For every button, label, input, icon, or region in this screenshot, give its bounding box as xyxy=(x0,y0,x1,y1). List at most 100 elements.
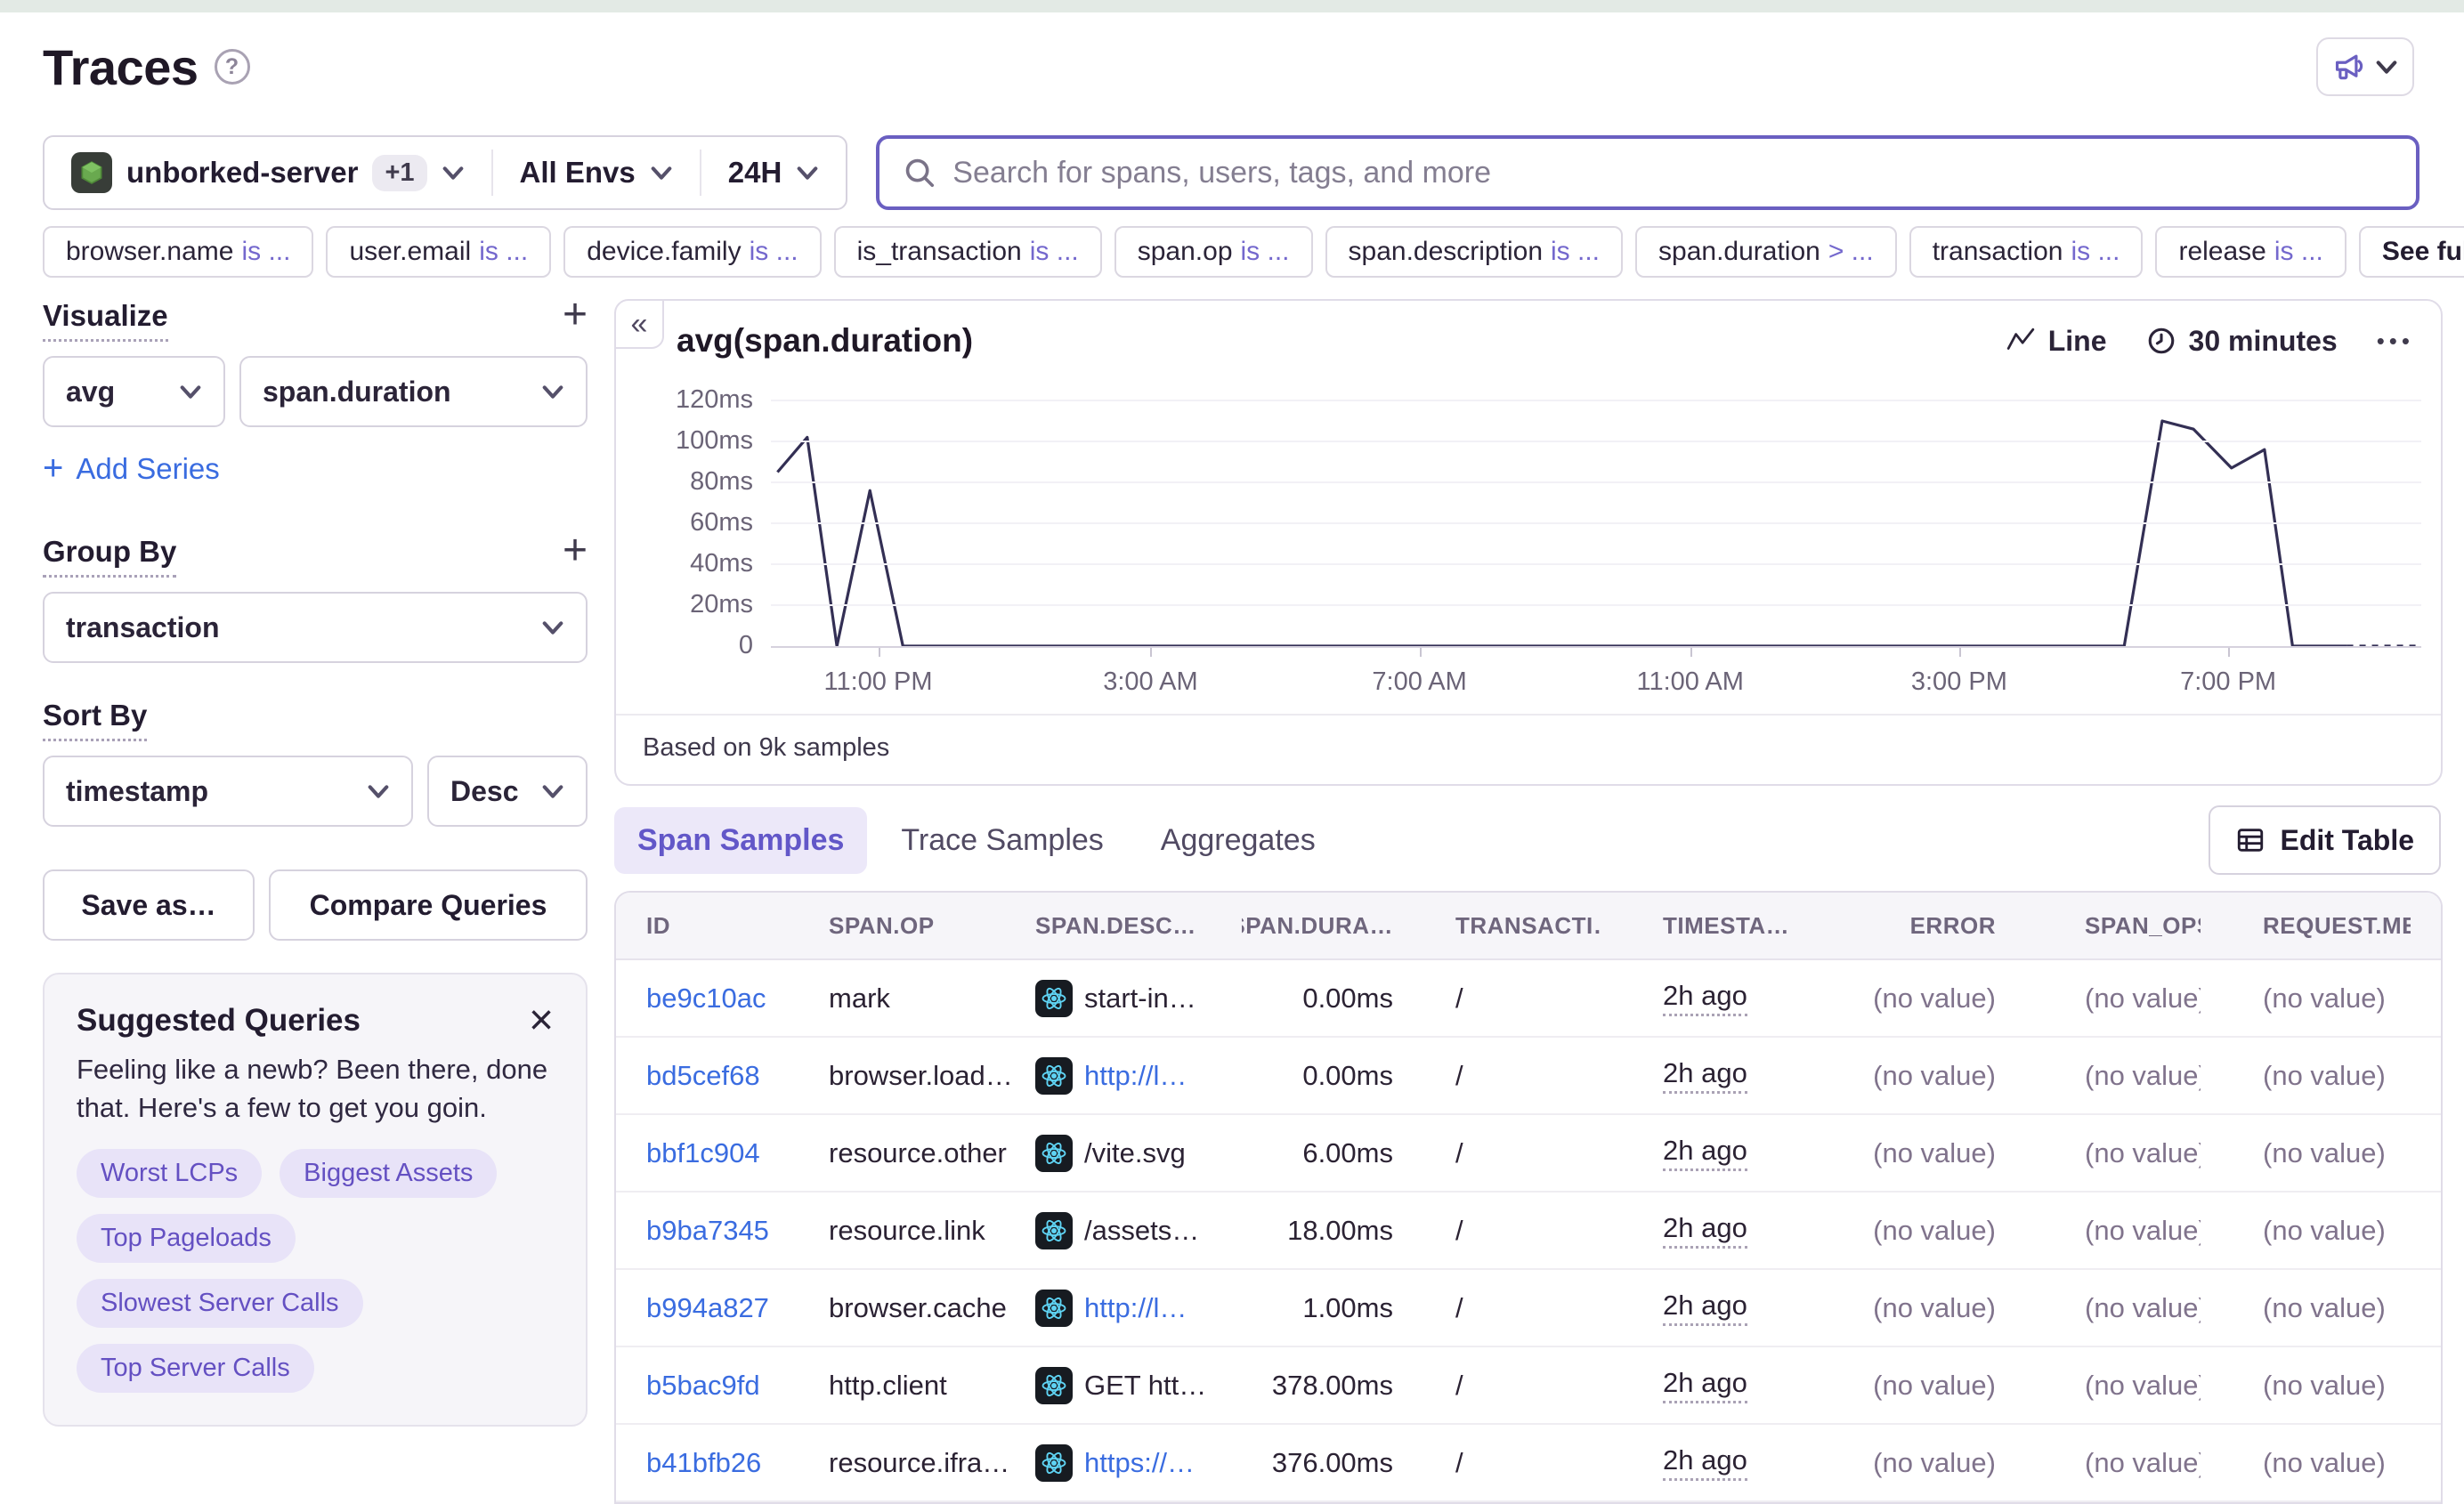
column-header[interactable]: SPAN_OPS… xyxy=(1996,912,2201,940)
span-id-link[interactable]: be9c10ac xyxy=(646,982,766,1015)
span-description-value: /assets… xyxy=(1084,1214,1200,1246)
filter-chip[interactable]: browser.name is ... xyxy=(43,226,314,278)
chart-options-button[interactable]: ••• xyxy=(2377,327,2414,355)
global-filters: unborked-server +1 All Envs 24H xyxy=(43,135,848,210)
suggested-query-pill[interactable]: Slowest Server Calls xyxy=(77,1278,363,1328)
table-row[interactable]: b9ba7345 resource.link/assets… 18.00ms / 2h … xyxy=(616,1193,2441,1270)
error-value: (no value) xyxy=(1873,1369,1996,1401)
search-input[interactable] xyxy=(952,155,2393,190)
group-by-value: transaction xyxy=(66,610,220,643)
suggested-query-pill[interactable]: Biggest Assets xyxy=(280,1148,498,1198)
edit-table-label: Edit Table xyxy=(2280,823,2414,856)
x-axis-tick-label: 7:00 PM xyxy=(2180,667,2277,696)
column-header[interactable]: SPAN.OP xyxy=(829,912,1035,940)
filter-chip[interactable]: span.description is ... xyxy=(1325,226,1624,278)
span-description-value: start-in… xyxy=(1084,982,1196,1014)
table-row[interactable]: bbf1c904 resource.other/vite.svg 6.00ms / 2h… xyxy=(616,1115,2441,1193)
close-icon[interactable]: × xyxy=(529,999,554,1042)
span-id-link[interactable]: b9ba7345 xyxy=(646,1215,769,1247)
collapse-sidebar-button[interactable]: « xyxy=(614,299,664,349)
chevron-down-icon xyxy=(541,380,564,403)
timestamp-value[interactable]: 2h ago xyxy=(1663,1135,1747,1171)
field-select[interactable]: span.duration xyxy=(239,356,588,427)
span-description-value[interactable]: http://l… xyxy=(1084,1292,1187,1324)
chevron-down-icon xyxy=(796,161,819,184)
filter-chip[interactable]: device.family is ... xyxy=(563,226,822,278)
chart-type-button[interactable]: Line xyxy=(2006,325,2107,358)
span-id-link[interactable]: b994a827 xyxy=(646,1292,769,1324)
chip-field: browser.name xyxy=(66,237,234,266)
help-icon[interactable]: ? xyxy=(214,49,250,85)
x-axis-tick xyxy=(2228,648,2231,657)
project-selector[interactable]: unborked-server +1 xyxy=(45,137,491,208)
add-group-by-button[interactable]: + xyxy=(563,530,588,572)
chip-field: span.description xyxy=(1348,237,1543,266)
table-row[interactable]: b41bfb26 resource.ifra… https://… 376.00ms /… xyxy=(616,1425,2441,1502)
timestamp-value[interactable]: 2h ago xyxy=(1663,1212,1747,1249)
sort-field-select[interactable]: timestamp xyxy=(43,756,413,827)
span-description-value[interactable]: https://… xyxy=(1084,1447,1195,1479)
column-header[interactable]: SPAN.DURA… xyxy=(1242,912,1393,940)
chip-operator: is ... xyxy=(479,237,529,266)
edit-table-button[interactable]: Edit Table xyxy=(2209,805,2441,875)
suggested-query-pill[interactable]: Top Server Calls xyxy=(77,1343,314,1393)
tab-span-samples[interactable]: Span Samples xyxy=(614,806,868,874)
group-by-select[interactable]: transaction xyxy=(43,592,588,663)
span-id-link[interactable]: bd5cef68 xyxy=(646,1060,760,1092)
timestamp-value[interactable]: 2h ago xyxy=(1663,1367,1747,1403)
chip-operator: is ... xyxy=(241,237,291,266)
aggregate-select[interactable]: avg xyxy=(43,356,225,427)
request-method-value: (no value) xyxy=(2263,1059,2386,1091)
filter-chip[interactable]: release is ... xyxy=(2155,226,2346,278)
span-id-link[interactable]: b5bac9fd xyxy=(646,1370,760,1402)
filter-chip[interactable]: span.op is ... xyxy=(1114,226,1313,278)
filter-chip[interactable]: span.duration > ... xyxy=(1635,226,1897,278)
span-duration-value: 1.00ms xyxy=(1302,1291,1393,1323)
span-ops-value: (no value) xyxy=(2085,982,2201,1014)
chart-interval-button[interactable]: 30 minutes xyxy=(2146,325,2338,358)
add-visualize-button[interactable]: + xyxy=(563,294,588,336)
table-row[interactable]: b5bac9fd http.client GET htt… 378.00ms / 2h a… xyxy=(616,1347,2441,1425)
filter-chip[interactable]: transaction is ... xyxy=(1909,226,2144,278)
span-description-value[interactable]: http://l… xyxy=(1084,1060,1187,1092)
filter-chip[interactable]: is_transaction is ... xyxy=(833,226,1102,278)
timestamp-value[interactable]: 2h ago xyxy=(1663,1057,1747,1094)
column-header[interactable]: TIMESTA…↓ xyxy=(1600,910,1804,941)
suggested-query-pill[interactable]: Top Pageloads xyxy=(77,1213,296,1263)
see-full-list-button[interactable]: See full list xyxy=(2358,226,2464,278)
time-range-selector[interactable]: 24H xyxy=(701,137,847,208)
save-as-button[interactable]: Save as… xyxy=(43,869,255,941)
environment-label: All Envs xyxy=(519,156,636,189)
project-extra-count: +1 xyxy=(372,154,427,191)
column-header[interactable]: SPAN.DESC… xyxy=(1035,912,1242,940)
compare-queries-button[interactable]: Compare Queries xyxy=(269,869,588,941)
column-header[interactable]: REQUEST.ME… xyxy=(2201,912,2411,940)
timestamp-value[interactable]: 2h ago xyxy=(1663,1444,1747,1481)
suggested-query-pill[interactable]: Worst LCPs xyxy=(77,1148,263,1198)
timestamp-value[interactable]: 2h ago xyxy=(1663,1290,1747,1326)
timestamp-value[interactable]: 2h ago xyxy=(1663,980,1747,1016)
sort-direction-select[interactable]: Desc xyxy=(427,756,588,827)
add-series-button[interactable]: + Add Series xyxy=(43,449,220,489)
tab-aggregates[interactable]: Aggregates xyxy=(1138,807,1339,874)
span-id-link[interactable]: b41bfb26 xyxy=(646,1447,761,1479)
table-row[interactable]: bd5cef68 browser.load… http://l… 0.00ms / 2h … xyxy=(616,1038,2441,1115)
column-header[interactable]: TRANSACTI… xyxy=(1393,912,1600,940)
filter-chips-row: browser.name is ... user.email is ... device… xyxy=(43,226,2464,278)
search-bar[interactable] xyxy=(876,135,2419,210)
filter-chip[interactable]: user.email is ... xyxy=(326,226,552,278)
query-builder-sidebar: Visualize + avg span.duration + Add Seri… xyxy=(43,294,588,1427)
chart-type-label: Line xyxy=(2047,324,2107,357)
line-chart-icon xyxy=(2006,326,2036,356)
aggregate-value: avg xyxy=(66,375,116,408)
column-header[interactable]: ERROR xyxy=(1804,912,1996,940)
table-row[interactable]: be9c10ac mark start-in… 0.00ms / 2h ago (no va… xyxy=(616,960,2441,1038)
span-id-link[interactable]: bbf1c904 xyxy=(646,1137,760,1169)
table-row[interactable]: b994a827 browser.cache http://l… 1.00ms / 2h … xyxy=(616,1270,2441,1347)
environment-selector[interactable]: All Envs xyxy=(493,137,700,208)
y-axis-tick-label: 40ms xyxy=(690,549,753,578)
whats-new-button[interactable] xyxy=(2316,37,2414,96)
tab-trace-samples[interactable]: Trace Samples xyxy=(878,807,1126,874)
chart-line-series xyxy=(777,421,2346,646)
column-header[interactable]: ID xyxy=(646,912,829,940)
